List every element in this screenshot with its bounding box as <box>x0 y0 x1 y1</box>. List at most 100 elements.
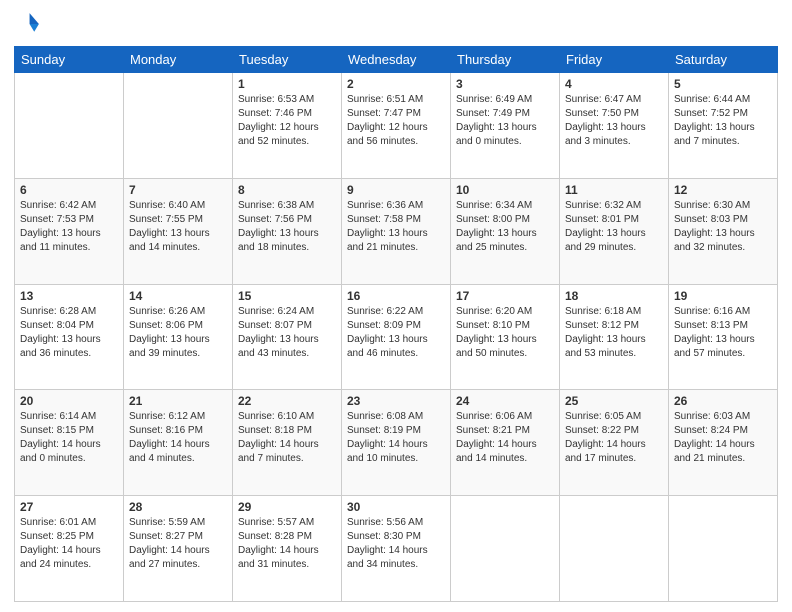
day-info: Sunrise: 6:47 AMSunset: 7:50 PMDaylight:… <box>565 93 663 149</box>
day-info: Sunrise: 6:26 AMSunset: 8:06 PMDaylight:… <box>129 305 227 361</box>
day-number: 10 <box>456 183 554 197</box>
header-day-monday: Monday <box>124 47 233 73</box>
page: SundayMondayTuesdayWednesdayThursdayFrid… <box>0 0 792 612</box>
header-day-tuesday: Tuesday <box>233 47 342 73</box>
logo-icon <box>14 10 42 38</box>
calendar-cell: 8 Sunrise: 6:38 AMSunset: 7:56 PMDaylight… <box>233 178 342 284</box>
day-number: 18 <box>565 289 663 303</box>
calendar-cell <box>451 496 560 602</box>
day-info: Sunrise: 6:30 AMSunset: 8:03 PMDaylight:… <box>674 199 772 255</box>
calendar-cell: 14 Sunrise: 6:26 AMSunset: 8:06 PMDayligh… <box>124 284 233 390</box>
calendar-cell: 23Sunrise: 6:08 AMSunset: 8:19 PMDayligh… <box>342 390 451 496</box>
calendar-cell: 20Sunrise: 6:14 AMSunset: 8:15 PMDayligh… <box>15 390 124 496</box>
day-info: Sunrise: 5:59 AMSunset: 8:27 PMDaylight:… <box>129 516 227 572</box>
day-info: Sunrise: 6:38 AMSunset: 7:56 PMDaylight:… <box>238 199 336 255</box>
calendar-cell: 15 Sunrise: 6:24 AMSunset: 8:07 PMDayligh… <box>233 284 342 390</box>
header-day-sunday: Sunday <box>15 47 124 73</box>
day-info: Sunrise: 6:53 AMSunset: 7:46 PMDaylight:… <box>238 93 336 149</box>
day-info: Sunrise: 5:56 AMSunset: 8:30 PMDaylight:… <box>347 516 445 572</box>
calendar-cell: 3 Sunrise: 6:49 AMSunset: 7:49 PMDaylight… <box>451 73 560 179</box>
day-number: 29 <box>238 500 336 514</box>
calendar-cell: 12 Sunrise: 6:30 AMSunset: 8:03 PMDayligh… <box>669 178 778 284</box>
day-number: 5 <box>674 77 772 91</box>
day-info: Sunrise: 6:12 AMSunset: 8:16 PMDaylight:… <box>129 410 227 466</box>
day-number: 9 <box>347 183 445 197</box>
calendar-cell: 29 Sunrise: 5:57 AMSunset: 8:28 PMDayligh… <box>233 496 342 602</box>
calendar-cell: 11 Sunrise: 6:32 AMSunset: 8:01 PMDayligh… <box>560 178 669 284</box>
header-row: SundayMondayTuesdayWednesdayThursdayFrid… <box>15 47 778 73</box>
day-number: 11 <box>565 183 663 197</box>
day-number: 22 <box>238 394 336 408</box>
day-number: 21 <box>129 394 227 408</box>
day-info: Sunrise: 5:57 AMSunset: 8:28 PMDaylight:… <box>238 516 336 572</box>
day-number: 19 <box>674 289 772 303</box>
day-info: Sunrise: 6:28 AMSunset: 8:04 PMDaylight:… <box>20 305 118 361</box>
day-info: Sunrise: 6:01 AMSunset: 8:25 PMDaylight:… <box>20 516 118 572</box>
calendar-cell: 24 Sunrise: 6:06 AMSunset: 8:21 PMDayligh… <box>451 390 560 496</box>
day-number: 15 <box>238 289 336 303</box>
calendar-cell: 30Sunrise: 5:56 AMSunset: 8:30 PMDayligh… <box>342 496 451 602</box>
day-info: Sunrise: 6:32 AMSunset: 8:01 PMDaylight:… <box>565 199 663 255</box>
day-number: 28 <box>129 500 227 514</box>
calendar-cell: 4 Sunrise: 6:47 AMSunset: 7:50 PMDaylight… <box>560 73 669 179</box>
day-info: Sunrise: 6:51 AMSunset: 7:47 PMDaylight:… <box>347 93 445 149</box>
header-day-saturday: Saturday <box>669 47 778 73</box>
day-number: 12 <box>674 183 772 197</box>
calendar-table: SundayMondayTuesdayWednesdayThursdayFrid… <box>14 46 778 602</box>
header-day-wednesday: Wednesday <box>342 47 451 73</box>
header <box>14 10 778 38</box>
header-day-thursday: Thursday <box>451 47 560 73</box>
day-number: 3 <box>456 77 554 91</box>
calendar-cell <box>15 73 124 179</box>
calendar-cell: 17Sunrise: 6:20 AMSunset: 8:10 PMDayligh… <box>451 284 560 390</box>
day-number: 8 <box>238 183 336 197</box>
calendar-cell: 26 Sunrise: 6:03 AMSunset: 8:24 PMDayligh… <box>669 390 778 496</box>
calendar-cell: 18 Sunrise: 6:18 AMSunset: 8:12 PMDayligh… <box>560 284 669 390</box>
day-number: 13 <box>20 289 118 303</box>
calendar-cell: 28 Sunrise: 5:59 AMSunset: 8:27 PMDayligh… <box>124 496 233 602</box>
calendar-cell: 21 Sunrise: 6:12 AMSunset: 8:16 PMDayligh… <box>124 390 233 496</box>
calendar-cell: 13 Sunrise: 6:28 AMSunset: 8:04 PMDayligh… <box>15 284 124 390</box>
day-info: Sunrise: 6:34 AMSunset: 8:00 PMDaylight:… <box>456 199 554 255</box>
day-info: Sunrise: 6:42 AMSunset: 7:53 PMDaylight:… <box>20 199 118 255</box>
week-row-3: 20Sunrise: 6:14 AMSunset: 8:15 PMDayligh… <box>15 390 778 496</box>
calendar-cell: 25 Sunrise: 6:05 AMSunset: 8:22 PMDayligh… <box>560 390 669 496</box>
day-info: Sunrise: 6:40 AMSunset: 7:55 PMDaylight:… <box>129 199 227 255</box>
calendar-cell: 9Sunrise: 6:36 AMSunset: 7:58 PMDaylight… <box>342 178 451 284</box>
week-row-4: 27 Sunrise: 6:01 AMSunset: 8:25 PMDayligh… <box>15 496 778 602</box>
day-info: Sunrise: 6:18 AMSunset: 8:12 PMDaylight:… <box>565 305 663 361</box>
day-info: Sunrise: 6:10 AMSunset: 8:18 PMDaylight:… <box>238 410 336 466</box>
day-number: 26 <box>674 394 772 408</box>
day-number: 14 <box>129 289 227 303</box>
day-info: Sunrise: 6:05 AMSunset: 8:22 PMDaylight:… <box>565 410 663 466</box>
week-row-1: 6Sunrise: 6:42 AMSunset: 7:53 PMDaylight… <box>15 178 778 284</box>
calendar-cell: 19Sunrise: 6:16 AMSunset: 8:13 PMDayligh… <box>669 284 778 390</box>
calendar-cell: 1Sunrise: 6:53 AMSunset: 7:46 PMDaylight… <box>233 73 342 179</box>
calendar-cell: 27 Sunrise: 6:01 AMSunset: 8:25 PMDayligh… <box>15 496 124 602</box>
calendar-cell <box>560 496 669 602</box>
day-number: 24 <box>456 394 554 408</box>
calendar-cell: 2 Sunrise: 6:51 AMSunset: 7:47 PMDaylight… <box>342 73 451 179</box>
day-info: Sunrise: 6:03 AMSunset: 8:24 PMDaylight:… <box>674 410 772 466</box>
day-info: Sunrise: 6:24 AMSunset: 8:07 PMDaylight:… <box>238 305 336 361</box>
day-number: 27 <box>20 500 118 514</box>
calendar-cell <box>669 496 778 602</box>
calendar-cell: 7Sunrise: 6:40 AMSunset: 7:55 PMDaylight… <box>124 178 233 284</box>
header-day-friday: Friday <box>560 47 669 73</box>
day-info: Sunrise: 6:06 AMSunset: 8:21 PMDaylight:… <box>456 410 554 466</box>
day-number: 25 <box>565 394 663 408</box>
calendar-cell: 10 Sunrise: 6:34 AMSunset: 8:00 PMDayligh… <box>451 178 560 284</box>
day-number: 17 <box>456 289 554 303</box>
calendar-cell: 5Sunrise: 6:44 AMSunset: 7:52 PMDaylight… <box>669 73 778 179</box>
day-info: Sunrise: 6:08 AMSunset: 8:19 PMDaylight:… <box>347 410 445 466</box>
day-number: 2 <box>347 77 445 91</box>
day-info: Sunrise: 6:22 AMSunset: 8:09 PMDaylight:… <box>347 305 445 361</box>
calendar-cell: 22 Sunrise: 6:10 AMSunset: 8:18 PMDayligh… <box>233 390 342 496</box>
day-number: 4 <box>565 77 663 91</box>
week-row-0: 1Sunrise: 6:53 AMSunset: 7:46 PMDaylight… <box>15 73 778 179</box>
day-info: Sunrise: 6:49 AMSunset: 7:49 PMDaylight:… <box>456 93 554 149</box>
day-number: 16 <box>347 289 445 303</box>
calendar-cell: 16 Sunrise: 6:22 AMSunset: 8:09 PMDayligh… <box>342 284 451 390</box>
calendar-cell <box>124 73 233 179</box>
day-number: 20 <box>20 394 118 408</box>
